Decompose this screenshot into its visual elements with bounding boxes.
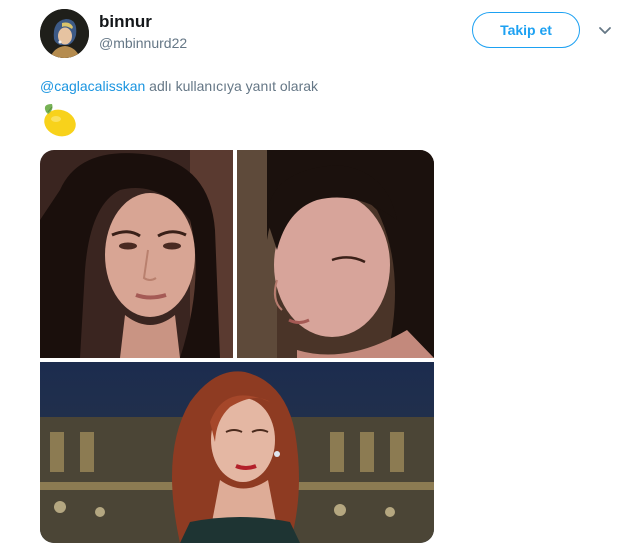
photo-tile-1[interactable]: [40, 150, 233, 358]
avatar[interactable]: [40, 9, 89, 58]
tweet-card: binnur @mbinnurd22 Takip et @caglacaliss…: [0, 0, 635, 556]
follow-button[interactable]: Takip et: [472, 12, 580, 48]
reply-context-text: adlı kullanıcıya yanıt olarak: [145, 78, 319, 94]
media-grid: [40, 150, 434, 543]
author-handle[interactable]: @mbinnurd22: [99, 35, 187, 51]
lemon-icon: [40, 102, 78, 138]
photo-tile-3[interactable]: [40, 362, 434, 543]
chevron-down-icon[interactable]: [598, 24, 612, 36]
author-name[interactable]: binnur: [99, 12, 152, 32]
reply-context: @caglacalisskan adlı kullanıcıya yanıt o…: [40, 78, 318, 94]
reply-mention-link[interactable]: @caglacalisskan: [40, 78, 145, 94]
photo-tile-2[interactable]: [237, 150, 434, 358]
